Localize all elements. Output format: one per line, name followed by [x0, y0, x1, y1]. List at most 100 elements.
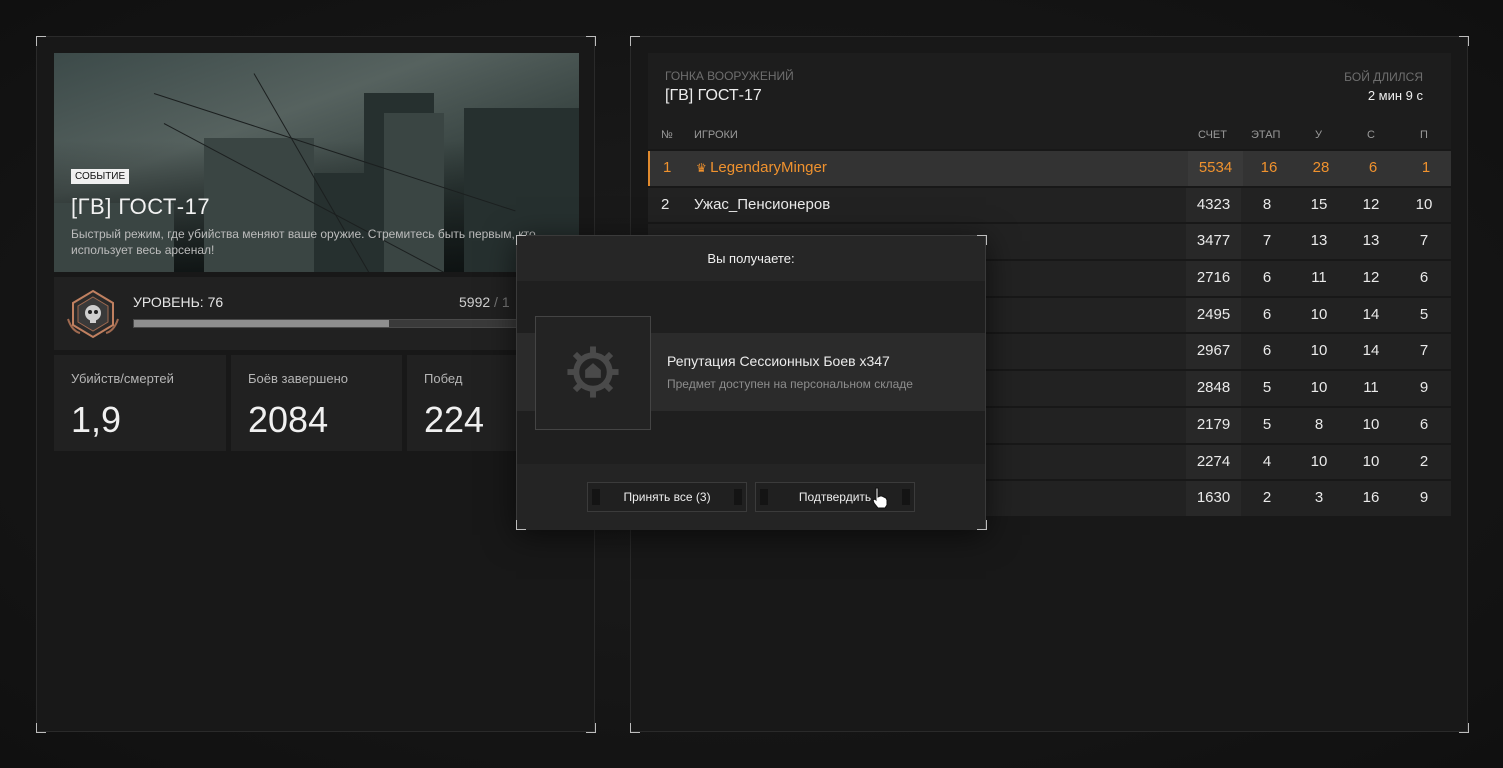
cell-score: 2967	[1186, 334, 1241, 369]
stat-label: Боёв завершено	[248, 371, 348, 386]
confirm-label: Подтвердить	[798, 490, 872, 504]
cell-text: 6	[1419, 415, 1429, 433]
cell-text: 5	[1262, 415, 1272, 433]
cell-text: 2716	[1196, 269, 1231, 287]
player-stats-panel: СОБЫТИЕ [ГВ] ГОСТ-17 Быстрый режим, где …	[36, 36, 595, 732]
duration-value: 2 мин 9 с	[1367, 88, 1423, 103]
cell-kills: 13	[1293, 224, 1345, 259]
cell-text: 13	[1362, 232, 1380, 250]
accept-all-label: Принять все (3)	[623, 490, 711, 504]
cell-kills: 28	[1295, 151, 1347, 186]
cell-kills: 3	[1293, 481, 1345, 516]
accept-all-button[interactable]: Принять все (3)	[587, 482, 747, 512]
reward-name: Репутация Сессионных Боев х347	[667, 353, 890, 369]
col-players: ИГРОКИ	[694, 129, 738, 141]
modal-title: Вы получаете:	[707, 251, 795, 266]
col-kills: У	[1315, 129, 1322, 141]
cell-text: 10	[1310, 342, 1328, 360]
level-progress-fill	[134, 320, 389, 327]
cell-text: 10	[1310, 379, 1328, 397]
cell-no: 1	[663, 151, 683, 186]
reputation-gear-icon	[567, 346, 619, 398]
cell-assists: 6	[1397, 408, 1451, 443]
xp-current: 5992	[459, 294, 491, 310]
cell-stage: 5	[1241, 371, 1293, 406]
hand-cursor-icon	[872, 487, 888, 509]
level-progress-bar	[133, 319, 553, 328]
cell-score: 2274	[1186, 445, 1241, 480]
cell-text: 8	[1314, 415, 1324, 433]
cell-text: 10	[1310, 305, 1328, 323]
cell-stage: 7	[1241, 224, 1293, 259]
game-mode: ГОНКА ВООРУЖЕНИЙ	[665, 69, 794, 83]
cell-text: 2179	[1196, 415, 1231, 433]
table-row[interactable]: 2 Ужас_Пенсионеров 4323 8 15 12 10	[648, 187, 1451, 223]
cell-text: 12	[1362, 195, 1380, 213]
cell-kills: 10	[1293, 371, 1345, 406]
cell-assists: 2	[1397, 445, 1451, 480]
table-row[interactable]: 1 ♛ LegendaryMinger 5534 16 28 6 1	[648, 151, 1451, 186]
cell-text: 16	[1260, 159, 1278, 176]
cell-score: 5534	[1188, 151, 1243, 186]
stat-card-battles: Боёв завершено 2084	[231, 355, 402, 451]
cell-text: 4	[1262, 452, 1272, 470]
cell-text: 6	[1368, 159, 1378, 176]
event-description: Быстрый режим, где убийства меняют ваше …	[71, 227, 536, 257]
cell-stage: 5	[1241, 408, 1293, 443]
cell-deaths: 14	[1345, 298, 1397, 333]
cell-deaths: 16	[1345, 481, 1397, 516]
cell-text: 8	[1262, 195, 1272, 213]
cell-assists: 7	[1397, 224, 1451, 259]
cell-text: 2	[1419, 452, 1429, 470]
cell-text: 6	[1262, 342, 1272, 360]
cell-text: 1	[1421, 159, 1431, 176]
cell-score: 1630	[1186, 481, 1241, 516]
event-badge: СОБЫТИЕ	[71, 169, 130, 184]
modal-footer: Принять все (3) Подтвердить	[517, 464, 985, 530]
cell-kills: 15	[1293, 188, 1345, 223]
cell-kills: 10	[1293, 298, 1345, 333]
cell-deaths: 12	[1345, 261, 1397, 296]
cell-name: Ужас_Пенсионеров	[694, 188, 1114, 223]
cell-text: 2848	[1196, 379, 1231, 397]
stat-value: 2084	[248, 399, 329, 440]
col-deaths: С	[1367, 129, 1375, 141]
cell-text: 2967	[1196, 342, 1231, 360]
reward-tile[interactable]	[535, 316, 651, 430]
cell-assists: 7	[1397, 334, 1451, 369]
col-no: №	[661, 129, 673, 141]
cell-text: 7	[1262, 232, 1272, 250]
cell-text: 16	[1362, 489, 1380, 507]
cell-text: 28	[1312, 159, 1330, 176]
stat-value: 1,9	[71, 399, 122, 440]
modal-header: Вы получаете:	[517, 236, 985, 281]
level-label: УРОВЕНЬ: 76	[133, 294, 224, 310]
reward-modal: Вы получаете: Репутация Сессионных Боев …	[516, 235, 986, 530]
cell-stage: 16	[1243, 151, 1295, 186]
level-xp: 5992 / 1	[459, 294, 510, 310]
level-progress: УРОВЕНЬ: 76 5992 / 1	[54, 277, 579, 350]
cell-text: 7	[1419, 342, 1429, 360]
cell-text: 2495	[1196, 305, 1231, 323]
crown-icon: ♛	[696, 161, 711, 175]
confirm-button[interactable]: Подтвердить	[755, 482, 915, 512]
cell-text: 14	[1362, 305, 1380, 323]
cell-kills: 10	[1293, 334, 1345, 369]
cell-score: 3477	[1186, 224, 1241, 259]
cell-text: 9	[1419, 489, 1429, 507]
reward-subtitle: Предмет доступен на персональном складе	[667, 377, 913, 391]
cell-text: 7	[1419, 232, 1429, 250]
col-score: СЧЕТ	[1198, 129, 1227, 141]
cell-stage: 6	[1241, 334, 1293, 369]
cell-deaths: 14	[1345, 334, 1397, 369]
cell-deaths: 13	[1345, 224, 1397, 259]
cell-text: 6	[1262, 305, 1272, 323]
cell-text: 10	[1362, 452, 1380, 470]
cell-kills: 10	[1293, 445, 1345, 480]
cell-assists: 1	[1399, 151, 1453, 186]
cell-deaths: 10	[1345, 445, 1397, 480]
cell-text: 10	[1310, 452, 1328, 470]
event-title: [ГВ] ГОСТ-17	[71, 194, 211, 219]
skull-emblem-icon	[67, 289, 119, 339]
cell-assists: 10	[1397, 188, 1451, 223]
